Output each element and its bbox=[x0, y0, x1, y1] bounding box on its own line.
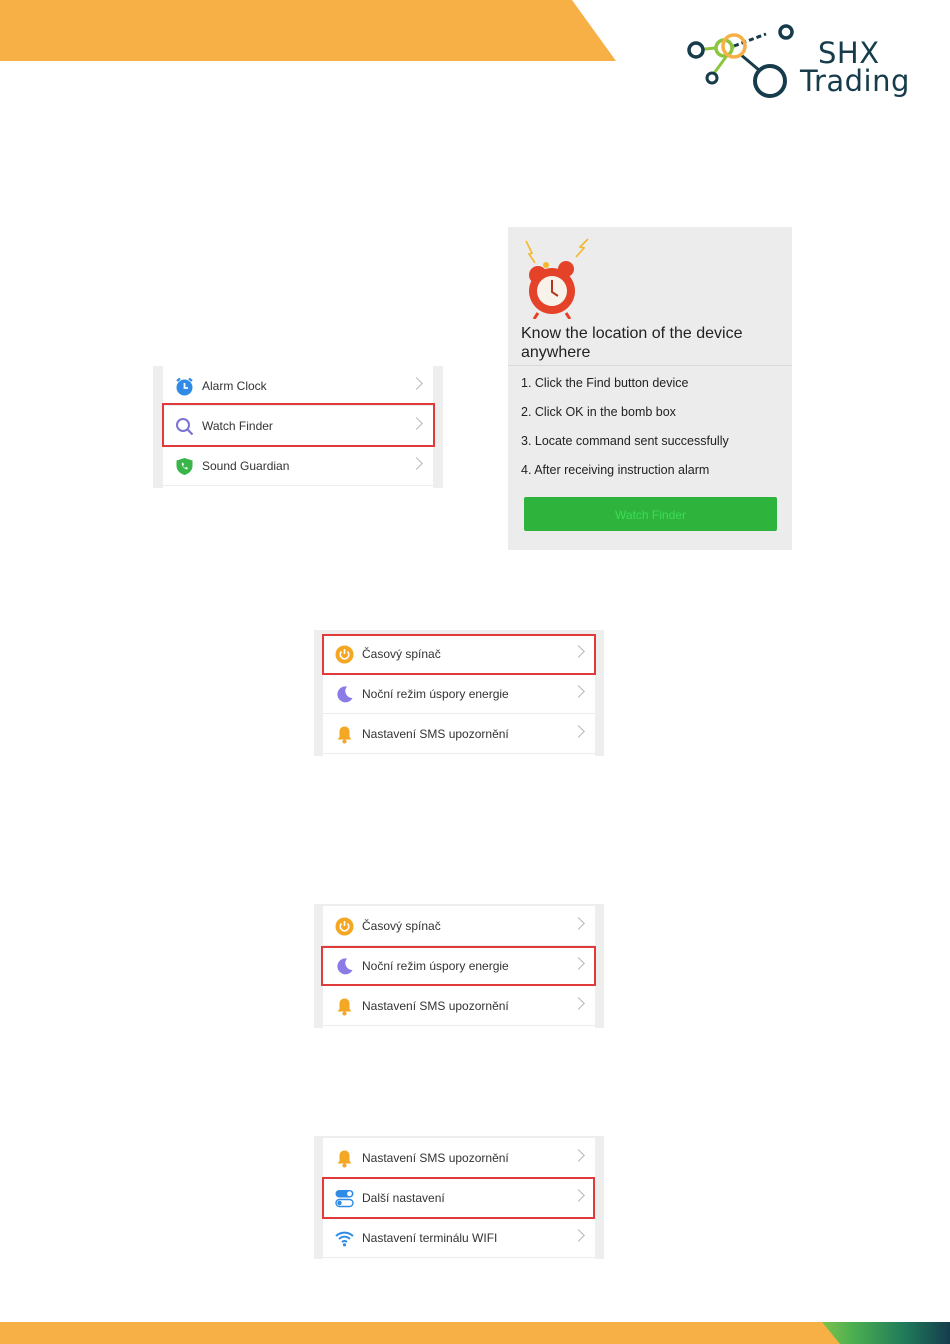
phone-shield-icon bbox=[175, 457, 194, 476]
timer-power-icon bbox=[335, 917, 354, 936]
menu-item-label: Alarm Clock bbox=[202, 379, 267, 393]
menu-item-sms-settings[interactable]: Nastavení SMS upozornění bbox=[323, 986, 595, 1026]
watch-finder-button[interactable]: Watch Finder bbox=[524, 497, 777, 531]
menu-item-label: Nastavení SMS upozornění bbox=[362, 1151, 509, 1165]
finder-step: 1. Click the Find button device bbox=[521, 376, 689, 390]
chevron-right-icon bbox=[572, 685, 585, 698]
menu-item-sms-settings[interactable]: Nastavení SMS upozornění bbox=[323, 714, 595, 754]
bell-icon bbox=[335, 997, 354, 1016]
menu-item-sound-guardian[interactable]: Sound Guardian bbox=[163, 446, 433, 486]
shx-trading-logo: SHX Trading bbox=[684, 20, 924, 100]
menu-item-label: Noční režim úspory energie bbox=[362, 687, 509, 701]
moon-icon bbox=[335, 685, 354, 704]
chevron-right-icon bbox=[572, 917, 585, 930]
highlight-box bbox=[322, 634, 596, 675]
chevron-right-icon bbox=[572, 1229, 585, 1242]
menu-item-night-mode[interactable]: Noční režim úspory energie bbox=[323, 674, 595, 714]
highlight-box bbox=[322, 1177, 595, 1219]
finder-step: 2. Click OK in the bomb box bbox=[521, 405, 676, 419]
finder-heading: Know the location of the device anywhere bbox=[521, 325, 743, 361]
chevron-right-icon bbox=[572, 1149, 585, 1162]
menu-item-label: Nastavení SMS upozornění bbox=[362, 999, 509, 1013]
menu-item-label: Časový spínač bbox=[362, 919, 441, 933]
chevron-right-icon bbox=[572, 997, 585, 1010]
bell-icon bbox=[335, 1149, 354, 1168]
alarm-clock-icon bbox=[175, 377, 194, 396]
header-banner bbox=[0, 0, 616, 61]
finder-step: 4. After receiving instruction alarm bbox=[521, 463, 710, 477]
menu-item-wifi-settings[interactable]: Nastavení terminálu WIFI bbox=[323, 1218, 595, 1258]
divider bbox=[508, 365, 792, 366]
watch-finder-card: Know the location of the device anywhere… bbox=[508, 227, 792, 550]
wifi-icon bbox=[335, 1229, 354, 1248]
menu-item-label: Nastavení terminálu WIFI bbox=[362, 1231, 498, 1245]
menu-item-alarm-clock[interactable]: Alarm Clock bbox=[163, 366, 433, 406]
chevron-right-icon bbox=[410, 377, 423, 390]
highlight-box bbox=[162, 403, 435, 447]
chevron-right-icon bbox=[410, 457, 423, 470]
alarm-bomb-icon bbox=[525, 238, 589, 319]
brand-line2: Trading bbox=[800, 64, 910, 98]
finder-step: 3. Locate command sent successfully bbox=[521, 434, 729, 448]
bell-icon bbox=[335, 725, 354, 744]
menu-item-label: Nastavení SMS upozornění bbox=[362, 727, 509, 741]
menu-item-sms-settings[interactable]: Nastavení SMS upozornění bbox=[323, 1138, 595, 1178]
menu-item-timer-switch[interactable]: Časový spínač bbox=[323, 906, 595, 946]
chevron-right-icon bbox=[572, 725, 585, 738]
menu-item-label: Sound Guardian bbox=[202, 459, 290, 473]
footer-banner bbox=[0, 1322, 950, 1344]
molecule-logo-icon bbox=[687, 24, 794, 98]
highlight-box bbox=[321, 946, 596, 986]
